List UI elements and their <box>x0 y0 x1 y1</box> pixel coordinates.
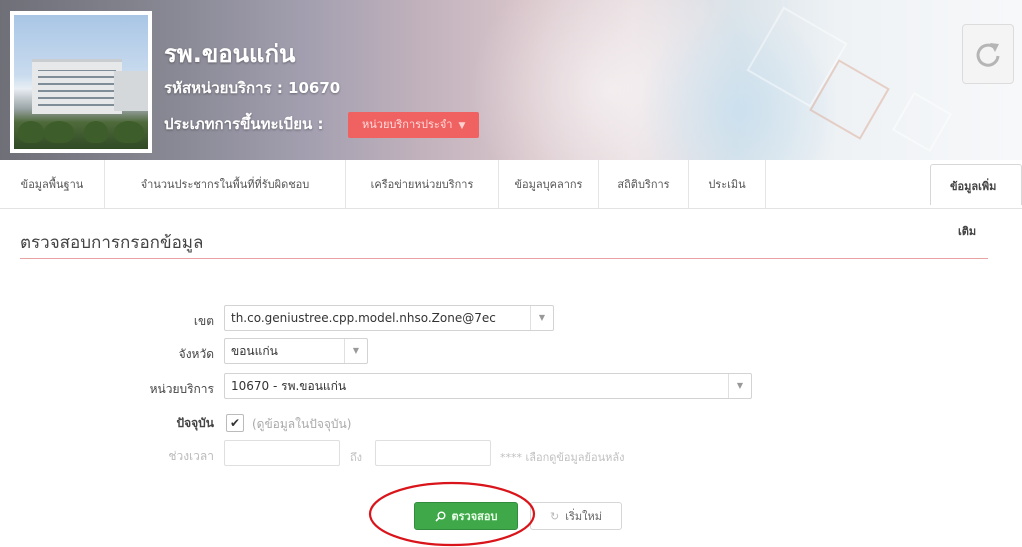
reset-icon: ↻ <box>549 509 560 523</box>
refresh-icon <box>976 43 1000 67</box>
period-to-label: ถึง <box>350 451 363 464</box>
reset-button-label: เริ่มใหม่ <box>565 510 602 523</box>
refresh-button[interactable] <box>962 24 1014 84</box>
tab-personnel[interactable]: ข้อมูลบุคลากร <box>499 160 599 208</box>
tab-population[interactable]: จำนวนประชากรในพื้นที่ที่รับผิดชอบ <box>105 160 346 208</box>
tab-basic-info[interactable]: ข้อมูลพื้นฐาน <box>0 160 105 208</box>
chevron-down-icon: ▼ <box>728 374 751 398</box>
registration-type-dropdown[interactable]: หน่วยบริการประจำ ▼ <box>348 112 480 138</box>
check-button-label: ตรวจสอบ <box>451 510 498 523</box>
current-checkbox[interactable]: ✔ <box>226 414 244 432</box>
province-label: จังหวัด <box>178 347 214 361</box>
service-unit-select[interactable]: 10670 - รพ.ขอนแก่น ▼ <box>224 373 752 399</box>
tab-more-info-label-wrap[interactable]: เติม <box>958 222 976 240</box>
current-hint: (ดูข้อมูลในปัจจุบัน) <box>252 417 352 431</box>
period-end-input[interactable] <box>375 440 491 466</box>
service-unit-value: 10670 - รพ.ขอนแก่น <box>231 379 347 393</box>
chevron-down-icon: ▼ <box>530 306 553 330</box>
period-start-input[interactable] <box>224 440 340 466</box>
chevron-down-icon: ▼ <box>344 339 367 363</box>
hospital-name: รพ.ขอนแก่น <box>164 40 296 68</box>
zone-select[interactable]: th.co.geniustree.cpp.model.nhso.Zone@7ec… <box>224 305 554 331</box>
banner-decoration <box>891 91 953 153</box>
zone-label: เขต <box>193 314 214 328</box>
registration-type-label: ประเภทการขึ้นทะเบียน : <box>164 115 324 133</box>
registration-type-value: หน่วยบริการประจำ <box>362 118 453 131</box>
service-unit-label: หน่วยบริการ <box>149 382 214 396</box>
period-label: ช่วงเวลา <box>168 449 214 463</box>
period-hint: **** เลือกดูข้อมูลย้อนหลัง <box>500 451 625 464</box>
province-select[interactable]: ขอนแก่น ▼ <box>224 338 368 364</box>
checkmark-icon: ✔ <box>229 416 241 430</box>
section-divider <box>20 258 988 259</box>
page-title: ตรวจสอบการกรอกข้อมูล <box>20 233 204 253</box>
tab-service-stats[interactable]: สถิติบริการ <box>599 160 689 208</box>
zone-value: th.co.geniustree.cpp.model.nhso.Zone@7ec <box>231 311 496 325</box>
hospital-photo <box>10 11 152 153</box>
tab-service-network[interactable]: เครือข่ายหน่วยบริการ <box>346 160 499 208</box>
check-button[interactable]: ตรวจสอบ <box>414 502 518 530</box>
service-code: รหัสหน่วยบริการ : 10670 <box>164 79 341 97</box>
reset-button[interactable]: ↻ เริ่มใหม่ <box>530 502 622 530</box>
tab-evaluation[interactable]: ประเมิน <box>689 160 766 208</box>
tab-more-info-label[interactable]: ข้อมูลเพิ่ม <box>950 177 996 195</box>
province-value: ขอนแก่น <box>231 344 278 358</box>
chevron-down-icon: ▼ <box>458 121 466 131</box>
main-nav: ข้อมูลพื้นฐาน จำนวนประชากรในพื้นที่ที่รั… <box>0 160 1022 209</box>
hospital-banner: รพ.ขอนแก่น รหัสหน่วยบริการ : 10670 ประเภ… <box>0 0 1022 160</box>
current-label: ปัจจุบัน <box>176 416 215 430</box>
search-icon <box>434 511 445 522</box>
